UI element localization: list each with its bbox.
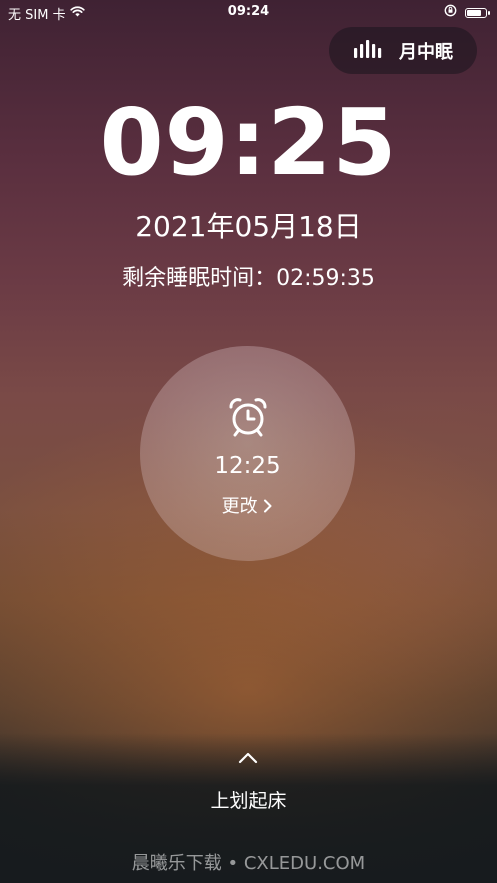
status-bar: 无 SIM 卡 09:24 bbox=[0, 0, 497, 24]
chevron-right-icon bbox=[263, 496, 273, 517]
sound-bars-icon bbox=[353, 38, 383, 63]
change-alarm-label: 更改 bbox=[221, 496, 258, 517]
chevron-up-icon bbox=[238, 750, 258, 769]
sleep-mode-button[interactable]: 月中眠 bbox=[329, 27, 477, 74]
alarm-card[interactable]: 12:25 更改 bbox=[140, 346, 355, 561]
battery-fill bbox=[467, 9, 481, 16]
status-time: 09:24 bbox=[227, 4, 270, 19]
current-time: 09:25 bbox=[99, 89, 398, 196]
swipe-up-to-wake[interactable]: 上划起床 bbox=[0, 786, 497, 813]
remaining-sleep-time: 剩余睡眠时间：02:59:35 bbox=[122, 266, 375, 291]
sleep-mode-label: 月中眠 bbox=[399, 41, 453, 63]
status-right bbox=[444, 4, 490, 21]
alarm-time: 12:25 bbox=[214, 453, 281, 479]
orientation-lock-icon bbox=[444, 4, 457, 21]
current-date: 2021年05月18日 bbox=[135, 210, 362, 243]
alarm-clock-icon bbox=[227, 396, 269, 442]
battery-icon bbox=[465, 7, 490, 18]
sleep-screen: 无 SIM 卡 09:24 月中眠 09:25 2021年05月18日 剩余睡眠… bbox=[0, 0, 497, 883]
change-alarm-button[interactable]: 更改 bbox=[140, 492, 355, 518]
watermark: 晨曦乐下载 • CXLEDU.COM bbox=[131, 853, 366, 874]
